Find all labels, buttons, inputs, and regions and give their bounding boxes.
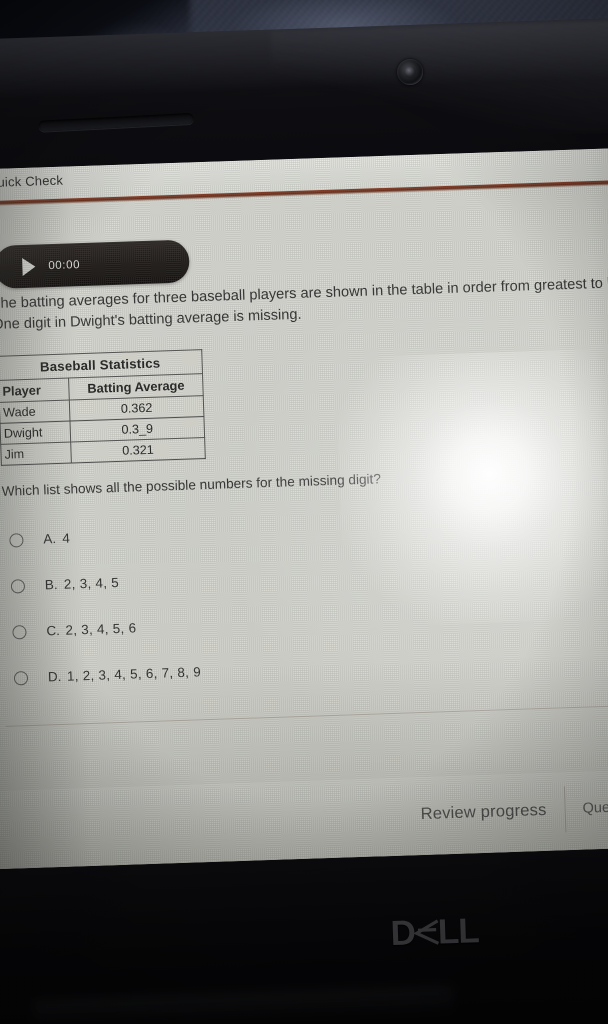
- player-name: Jim: [0, 442, 72, 466]
- player-average: 0.321: [70, 437, 206, 463]
- radio-button-icon[interactable]: [9, 532, 24, 548]
- question-label: Question: [582, 798, 608, 817]
- option-letter: B.: [44, 577, 58, 593]
- baseball-statistics-table: Baseball Statistics Player Batting Avera…: [0, 349, 206, 466]
- column-header-player: Player: [0, 378, 70, 403]
- section-divider: [5, 702, 608, 727]
- dell-laptop: : Quick Check 00:00 The batting averages…: [0, 0, 608, 1024]
- dell-logo-suffix: LL: [437, 911, 480, 952]
- photo-scene: : Quick Check 00:00 The batting averages…: [0, 0, 608, 1024]
- play-triangle-icon[interactable]: [22, 257, 36, 276]
- answer-option-a[interactable]: A. 4: [9, 503, 608, 557]
- option-text: 1, 2, 3, 4, 5, 6, 7, 8, 9: [66, 664, 202, 684]
- quiz-page: 00:00 The batting averages for three bas…: [0, 182, 608, 870]
- audio-player[interactable]: 00:00: [0, 239, 190, 289]
- option-text: 2, 3, 4, 5: [63, 574, 120, 592]
- option-text: 2, 3, 4, 5, 6: [65, 620, 137, 638]
- answer-options: A. 4 B. 2, 3, 4, 5 C. 2, 3, 4, 5, 6 D. 1…: [9, 503, 608, 707]
- answer-option-c[interactable]: C. 2, 3, 4, 5, 6: [12, 595, 608, 649]
- question-navigator: Question 4: [582, 782, 608, 832]
- option-text: 4: [62, 530, 71, 546]
- player-name: Wade: [0, 400, 70, 424]
- webcam-lens-icon: [403, 65, 417, 79]
- review-progress-button[interactable]: Review progress: [401, 786, 567, 838]
- browser-tab-title[interactable]: : Quick Check: [0, 173, 63, 191]
- audio-time-label: 00:00: [48, 258, 81, 272]
- screen-content: : Quick Check 00:00 The batting averages…: [0, 145, 608, 870]
- bezel-highlight-secondary: [270, 17, 608, 142]
- player-name: Dwight: [0, 421, 71, 445]
- option-letter: D.: [47, 668, 62, 685]
- dell-logo: D LL: [390, 911, 479, 954]
- radio-button-icon[interactable]: [10, 578, 26, 594]
- laptop-screen: : Quick Check 00:00 The batting averages…: [0, 145, 608, 870]
- option-letter: A.: [43, 531, 57, 547]
- radio-button-icon[interactable]: [13, 670, 29, 686]
- option-letter: C.: [46, 622, 61, 639]
- question-prompt: Which list shows all the possible number…: [1, 471, 382, 499]
- answer-option-b[interactable]: B. 2, 3, 4, 5: [10, 549, 608, 603]
- answer-option-d[interactable]: D. 1, 2, 3, 4, 5, 6, 7, 8, 9: [13, 641, 608, 695]
- radio-button-icon[interactable]: [12, 624, 27, 640]
- dell-logo-prefix: D: [390, 913, 416, 954]
- dell-slanted-e-icon: [413, 917, 440, 945]
